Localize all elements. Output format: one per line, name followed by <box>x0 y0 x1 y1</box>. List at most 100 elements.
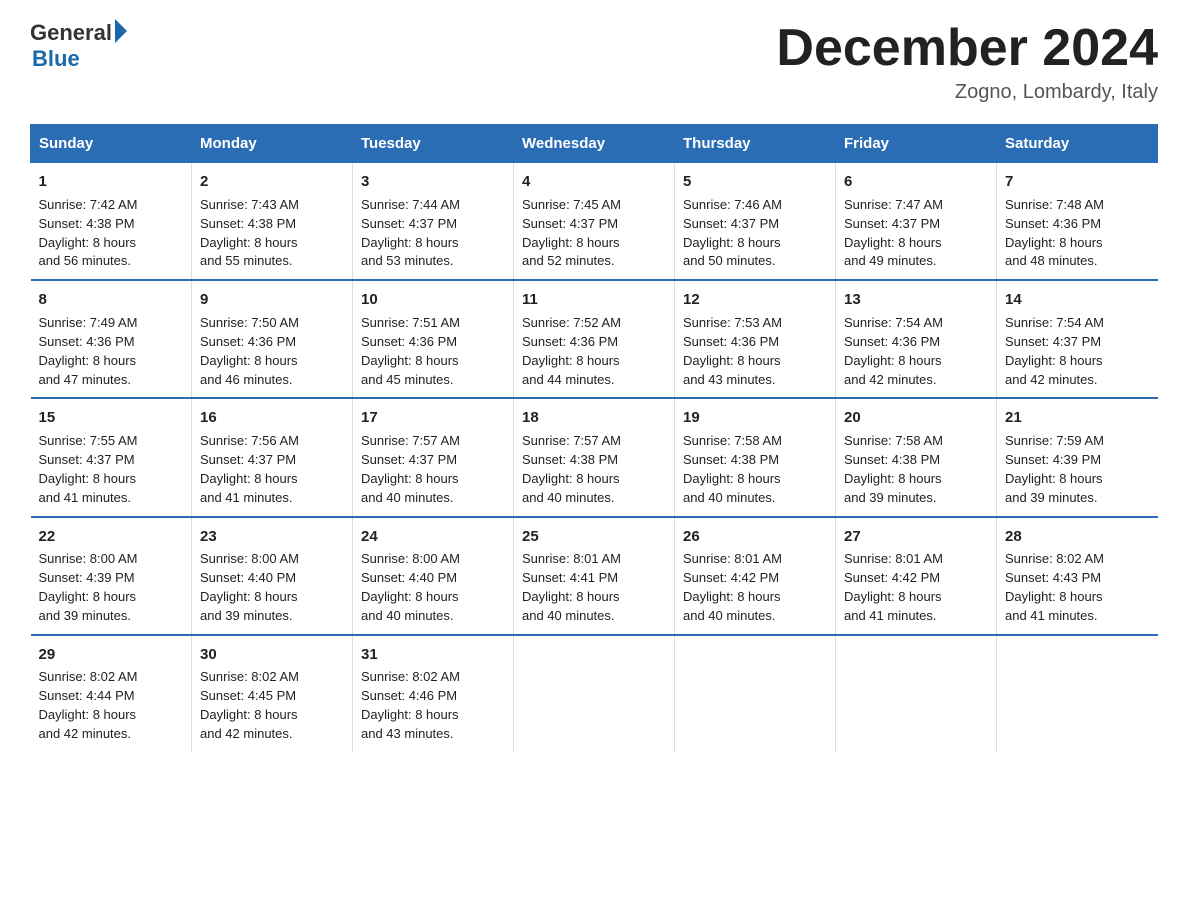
logo-triangle-icon <box>115 19 127 43</box>
day-number: 11 <box>522 289 666 311</box>
logo: General Blue <box>30 20 127 72</box>
column-header-saturday: Saturday <box>997 125 1158 163</box>
column-header-wednesday: Wednesday <box>514 125 675 163</box>
day-info: Sunrise: 7:52 AMSunset: 4:36 PMDaylight:… <box>522 314 666 389</box>
day-info: Sunrise: 8:00 AMSunset: 4:40 PMDaylight:… <box>200 550 344 625</box>
calendar-cell: 4 Sunrise: 7:45 AMSunset: 4:37 PMDaylight… <box>514 163 675 281</box>
day-number: 3 <box>361 171 505 193</box>
calendar-cell <box>514 635 675 752</box>
day-info: Sunrise: 7:48 AMSunset: 4:36 PMDaylight:… <box>1005 196 1150 271</box>
logo-blue-text: Blue <box>32 46 127 72</box>
page-subtitle: Zogno, Lombardy, Italy <box>776 81 1158 104</box>
calendar-cell: 18 Sunrise: 7:57 AMSunset: 4:38 PMDayligh… <box>514 398 675 516</box>
column-header-thursday: Thursday <box>675 125 836 163</box>
day-number: 31 <box>361 644 505 666</box>
day-number: 27 <box>844 526 988 548</box>
day-number: 17 <box>361 407 505 429</box>
title-block: December 2024 Zogno, Lombardy, Italy <box>776 20 1158 104</box>
day-number: 4 <box>522 171 666 193</box>
day-info: Sunrise: 7:54 AMSunset: 4:37 PMDaylight:… <box>1005 314 1150 389</box>
calendar-cell: 2 Sunrise: 7:43 AMSunset: 4:38 PMDaylight… <box>192 163 353 281</box>
column-header-friday: Friday <box>836 125 997 163</box>
day-info: Sunrise: 8:02 AMSunset: 4:44 PMDaylight:… <box>39 668 184 743</box>
day-info: Sunrise: 8:02 AMSunset: 4:46 PMDaylight:… <box>361 668 505 743</box>
day-number: 7 <box>1005 171 1150 193</box>
calendar-cell: 31Sunrise: 8:02 AMSunset: 4:46 PMDayligh… <box>353 635 514 752</box>
calendar-cell: 15Sunrise: 7:55 AMSunset: 4:37 PMDayligh… <box>31 398 192 516</box>
day-number: 12 <box>683 289 827 311</box>
calendar-cell: 3 Sunrise: 7:44 AMSunset: 4:37 PMDaylight… <box>353 163 514 281</box>
day-number: 14 <box>1005 289 1150 311</box>
day-info: Sunrise: 7:45 AMSunset: 4:37 PMDaylight:… <box>522 196 666 271</box>
day-info: Sunrise: 7:43 AMSunset: 4:38 PMDaylight:… <box>200 196 344 271</box>
calendar-cell: 20Sunrise: 7:58 AMSunset: 4:38 PMDayligh… <box>836 398 997 516</box>
column-header-tuesday: Tuesday <box>353 125 514 163</box>
day-info: Sunrise: 8:01 AMSunset: 4:41 PMDaylight:… <box>522 550 666 625</box>
calendar-cell: 30Sunrise: 8:02 AMSunset: 4:45 PMDayligh… <box>192 635 353 752</box>
day-info: Sunrise: 7:58 AMSunset: 4:38 PMDaylight:… <box>844 432 988 507</box>
day-info: Sunrise: 8:00 AMSunset: 4:40 PMDaylight:… <box>361 550 505 625</box>
day-info: Sunrise: 8:02 AMSunset: 4:45 PMDaylight:… <box>200 668 344 743</box>
column-header-sunday: Sunday <box>31 125 192 163</box>
calendar-week-row: 22Sunrise: 8:00 AMSunset: 4:39 PMDayligh… <box>31 517 1158 635</box>
day-info: Sunrise: 7:57 AMSunset: 4:37 PMDaylight:… <box>361 432 505 507</box>
calendar-week-row: 8 Sunrise: 7:49 AMSunset: 4:36 PMDaylight… <box>31 280 1158 398</box>
calendar-week-row: 29Sunrise: 8:02 AMSunset: 4:44 PMDayligh… <box>31 635 1158 752</box>
day-info: Sunrise: 7:54 AMSunset: 4:36 PMDaylight:… <box>844 314 988 389</box>
day-number: 22 <box>39 526 184 548</box>
calendar-week-row: 1 Sunrise: 7:42 AMSunset: 4:38 PMDaylight… <box>31 163 1158 281</box>
page-title: December 2024 <box>776 20 1158 77</box>
calendar-cell: 23Sunrise: 8:00 AMSunset: 4:40 PMDayligh… <box>192 517 353 635</box>
calendar-cell: 9 Sunrise: 7:50 AMSunset: 4:36 PMDaylight… <box>192 280 353 398</box>
calendar-cell: 25Sunrise: 8:01 AMSunset: 4:41 PMDayligh… <box>514 517 675 635</box>
calendar-cell: 8 Sunrise: 7:49 AMSunset: 4:36 PMDaylight… <box>31 280 192 398</box>
day-info: Sunrise: 7:49 AMSunset: 4:36 PMDaylight:… <box>39 314 184 389</box>
calendar-cell: 21 Sunrise: 7:59 AMSunset: 4:39 PMDayligh… <box>997 398 1158 516</box>
calendar-cell: 29Sunrise: 8:02 AMSunset: 4:44 PMDayligh… <box>31 635 192 752</box>
calendar-week-row: 15Sunrise: 7:55 AMSunset: 4:37 PMDayligh… <box>31 398 1158 516</box>
day-info: Sunrise: 7:46 AMSunset: 4:37 PMDaylight:… <box>683 196 827 271</box>
calendar-cell: 7 Sunrise: 7:48 AMSunset: 4:36 PMDaylight… <box>997 163 1158 281</box>
calendar-cell: 22Sunrise: 8:00 AMSunset: 4:39 PMDayligh… <box>31 517 192 635</box>
day-info: Sunrise: 7:50 AMSunset: 4:36 PMDaylight:… <box>200 314 344 389</box>
day-info: Sunrise: 7:44 AMSunset: 4:37 PMDaylight:… <box>361 196 505 271</box>
calendar-cell: 16Sunrise: 7:56 AMSunset: 4:37 PMDayligh… <box>192 398 353 516</box>
day-number: 15 <box>39 407 184 429</box>
calendar-cell: 1 Sunrise: 7:42 AMSunset: 4:38 PMDaylight… <box>31 163 192 281</box>
calendar-cell: 17 Sunrise: 7:57 AMSunset: 4:37 PMDayligh… <box>353 398 514 516</box>
day-info: Sunrise: 8:00 AMSunset: 4:39 PMDaylight:… <box>39 550 184 625</box>
day-number: 24 <box>361 526 505 548</box>
day-info: Sunrise: 7:51 AMSunset: 4:36 PMDaylight:… <box>361 314 505 389</box>
calendar-table: SundayMondayTuesdayWednesdayThursdayFrid… <box>30 124 1158 752</box>
calendar-cell: 6Sunrise: 7:47 AMSunset: 4:37 PMDaylight… <box>836 163 997 281</box>
day-number: 8 <box>39 289 184 311</box>
day-number: 19 <box>683 407 827 429</box>
day-number: 1 <box>39 171 184 193</box>
calendar-cell <box>997 635 1158 752</box>
day-number: 5 <box>683 171 827 193</box>
day-number: 13 <box>844 289 988 311</box>
calendar-cell: 28Sunrise: 8:02 AMSunset: 4:43 PMDayligh… <box>997 517 1158 635</box>
calendar-cell <box>675 635 836 752</box>
day-number: 2 <box>200 171 344 193</box>
day-info: Sunrise: 8:02 AMSunset: 4:43 PMDaylight:… <box>1005 550 1150 625</box>
calendar-cell: 27Sunrise: 8:01 AMSunset: 4:42 PMDayligh… <box>836 517 997 635</box>
day-number: 21 <box>1005 407 1150 429</box>
calendar-cell: 12Sunrise: 7:53 AMSunset: 4:36 PMDayligh… <box>675 280 836 398</box>
calendar-cell: 24Sunrise: 8:00 AMSunset: 4:40 PMDayligh… <box>353 517 514 635</box>
day-number: 28 <box>1005 526 1150 548</box>
day-info: Sunrise: 7:58 AMSunset: 4:38 PMDaylight:… <box>683 432 827 507</box>
calendar-cell: 10Sunrise: 7:51 AMSunset: 4:36 PMDayligh… <box>353 280 514 398</box>
day-info: Sunrise: 7:42 AMSunset: 4:38 PMDaylight:… <box>39 196 184 271</box>
day-number: 9 <box>200 289 344 311</box>
day-number: 23 <box>200 526 344 548</box>
calendar-cell: 14 Sunrise: 7:54 AMSunset: 4:37 PMDayligh… <box>997 280 1158 398</box>
day-number: 18 <box>522 407 666 429</box>
calendar-cell: 19 Sunrise: 7:58 AMSunset: 4:38 PMDayligh… <box>675 398 836 516</box>
calendar-cell: 5 Sunrise: 7:46 AMSunset: 4:37 PMDaylight… <box>675 163 836 281</box>
day-info: Sunrise: 8:01 AMSunset: 4:42 PMDaylight:… <box>844 550 988 625</box>
day-number: 25 <box>522 526 666 548</box>
day-info: Sunrise: 7:59 AMSunset: 4:39 PMDaylight:… <box>1005 432 1150 507</box>
day-number: 16 <box>200 407 344 429</box>
day-info: Sunrise: 7:57 AMSunset: 4:38 PMDaylight:… <box>522 432 666 507</box>
